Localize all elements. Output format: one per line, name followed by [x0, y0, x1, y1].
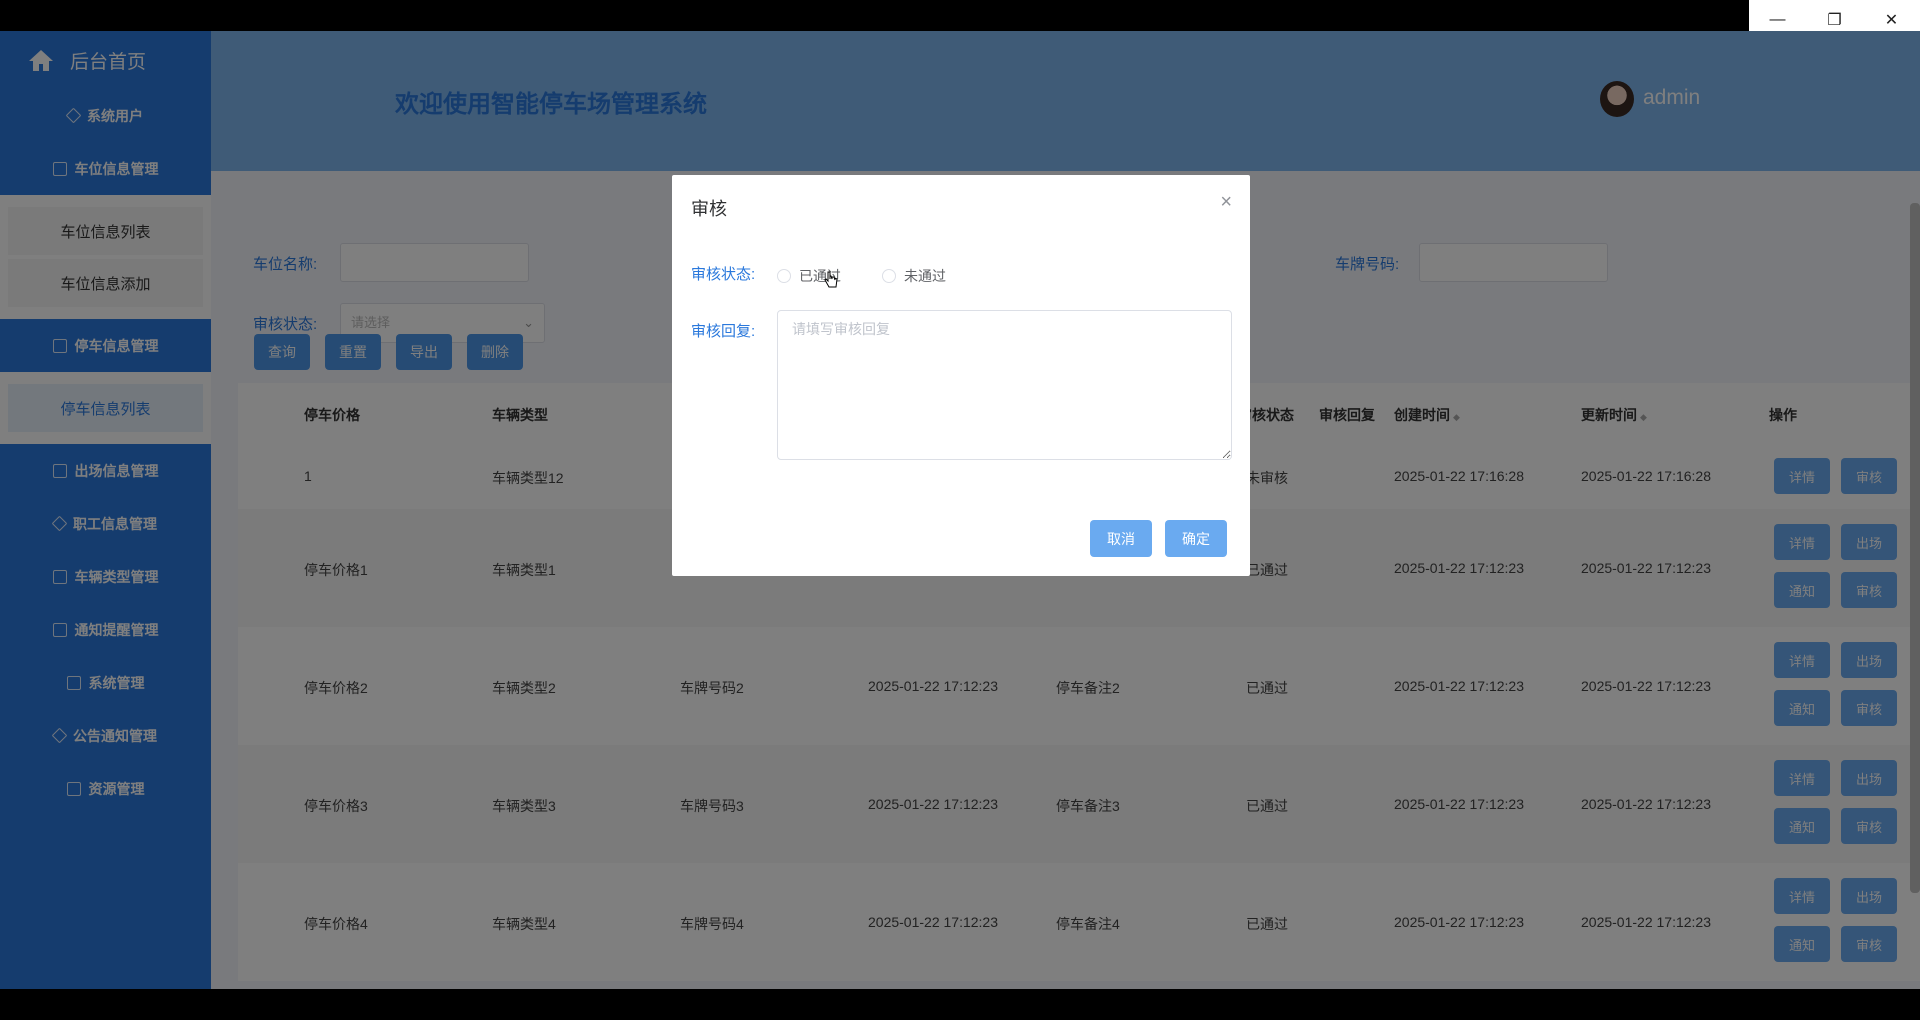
bottom-bar [0, 989, 1920, 1020]
radio-circle[interactable] [882, 269, 896, 283]
radio-fail[interactable]: 未通过 [882, 266, 946, 286]
cancel-button[interactable]: 取消 [1090, 520, 1152, 557]
dialog-title: 审核 [691, 199, 727, 219]
close-icon[interactable]: × [1220, 191, 1232, 214]
radio-fail-label: 未通过 [904, 268, 946, 284]
audit-dialog: 审核 × 审核状态: 已通过 未通过 审核回复: 取消 确定 [672, 175, 1250, 576]
audit-reply-textarea[interactable] [777, 310, 1232, 460]
hand-pointer-icon [824, 271, 838, 294]
dialog-reply-label: 审核回复: [691, 323, 756, 340]
confirm-button[interactable]: 确定 [1165, 520, 1227, 557]
window-titlebar [0, 0, 1920, 31]
radio-circle[interactable] [777, 269, 791, 283]
dialog-status-label: 审核状态: [691, 266, 756, 283]
